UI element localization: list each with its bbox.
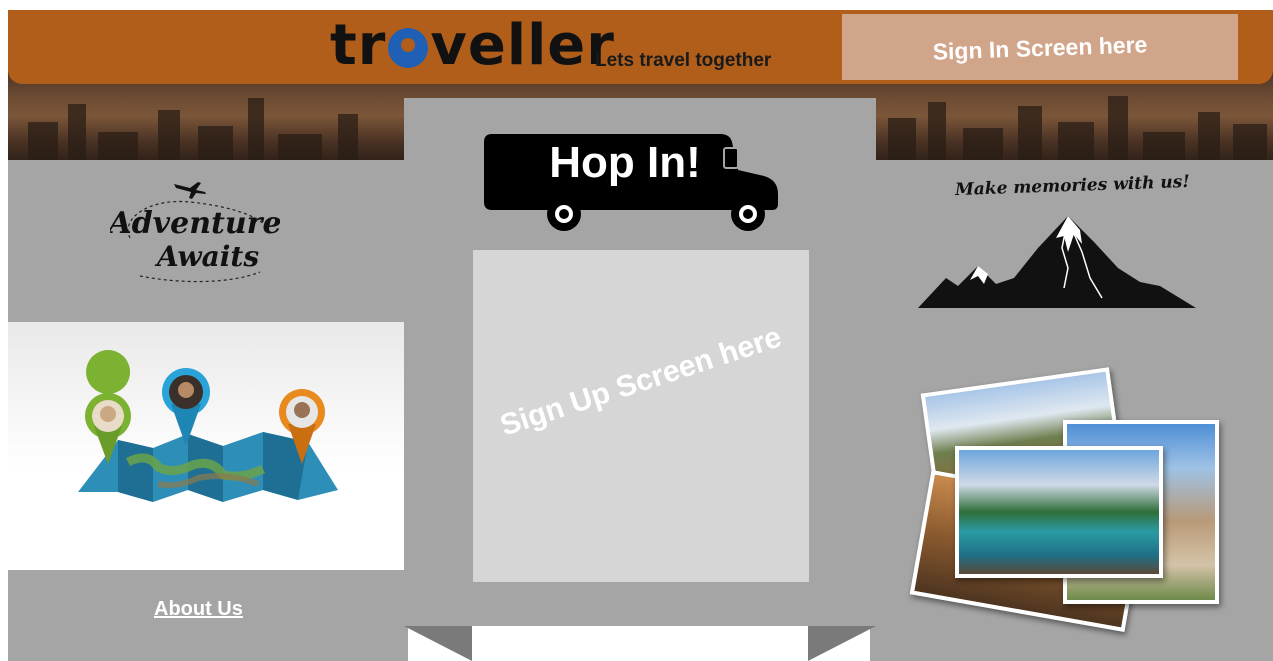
panel-fold-right <box>808 626 876 661</box>
about-us-link[interactable]: About Us <box>154 598 243 621</box>
airplane-icon <box>174 182 206 199</box>
photo-lake <box>955 446 1163 578</box>
brand-logo[interactable]: tr veller <box>330 14 615 78</box>
panel-bottom-gap <box>472 626 808 661</box>
globe-o-icon <box>388 28 429 68</box>
adventure-line2: Awaits <box>154 240 259 273</box>
mountain-icon <box>918 216 1196 308</box>
tagline: Lets travel together <box>595 50 772 71</box>
hop-in-label: Hop In! <box>549 138 701 187</box>
sign-in-label: Sign In Screen here <box>932 30 1148 65</box>
map-panel <box>8 322 408 570</box>
map-with-pins-icon <box>78 350 338 502</box>
brand-suffix: veller <box>430 13 615 78</box>
brand-prefix: tr <box>330 13 387 78</box>
adventure-line1: Adventure <box>110 206 280 241</box>
adventure-awaits-lettering: Adventure Awaits <box>110 182 280 283</box>
pin-blue <box>162 368 210 446</box>
panel-fold-left <box>404 626 472 661</box>
sign-in-button[interactable]: Sign In Screen here <box>842 14 1238 80</box>
photo-collage <box>905 350 1235 650</box>
